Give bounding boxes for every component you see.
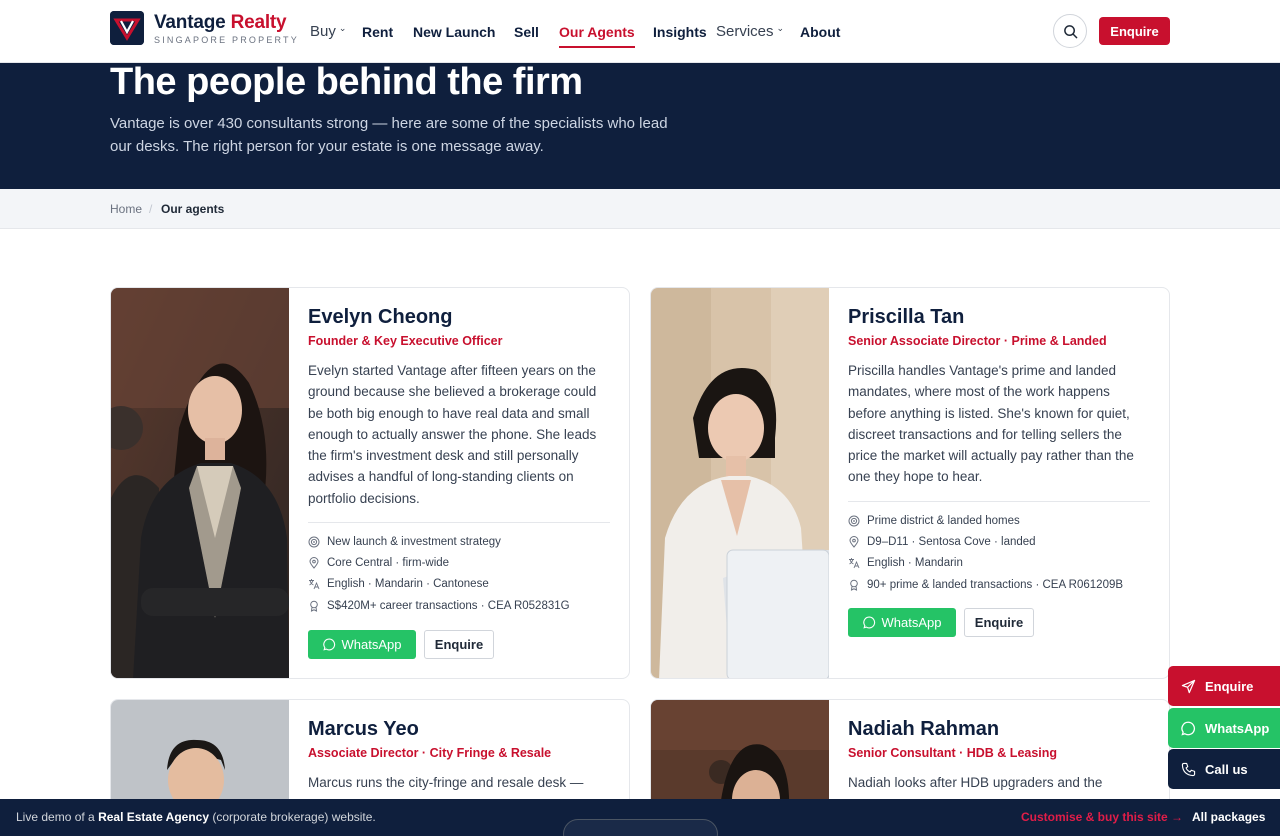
award-icon [848, 579, 860, 591]
breadcrumb-home[interactable]: Home [110, 202, 142, 216]
agent-record-text: S$420M+ career transactions · CEA R05283… [327, 599, 570, 612]
agent-bio: Priscilla handles Vantage's prime and la… [848, 363, 1134, 485]
agent-role: Founder & Key Executive Officer [308, 334, 503, 348]
breadcrumb-separator: / [149, 202, 153, 216]
agent-name: Evelyn Cheong [308, 306, 453, 328]
whatsapp-label: WhatsApp [341, 637, 402, 652]
agent-area: Core Central · firm-wide [308, 552, 618, 573]
demo-toolbar-pill[interactable] [563, 819, 718, 836]
agent-specialty: Prime district & landed homes [848, 510, 1158, 531]
brand-wordmark[interactable]: Vantage Realty SINGAPORE PROPERTY [154, 12, 299, 45]
logo-icon[interactable] [110, 11, 144, 45]
translate-icon [848, 557, 860, 569]
target-icon [848, 515, 860, 527]
chevron-down-icon: ⌄ [776, 23, 785, 33]
phone-icon [1181, 762, 1196, 776]
agent-actions: WhatsApp Enquire [848, 608, 1034, 637]
nav-new-launch[interactable]: New Launch [413, 0, 495, 63]
demo-bar-text: Live demo of a Real Estate Agency (corpo… [16, 810, 376, 824]
hero-banner: The people behind the firm Vantage is ov… [0, 61, 1280, 189]
agent-record-text: 90+ prime & landed transactions · CEA R0… [867, 578, 1124, 591]
award-icon [308, 600, 320, 612]
agent-role: Senior Associate Director · Prime & Land… [848, 334, 1107, 348]
agent-bio: Evelyn started Vantage after fifteen yea… [308, 363, 597, 506]
buy-site-link[interactable]: Customise & buy this site → [1021, 810, 1183, 824]
enquire-button[interactable]: Enquire [424, 630, 494, 659]
whatsapp-icon [862, 616, 875, 629]
page-subtitle: Vantage is over 430 consultants strong —… [110, 115, 668, 155]
agent-photo [111, 288, 289, 678]
divider [308, 522, 610, 523]
agent-specialty-text: Prime district & landed homes [867, 514, 1020, 527]
nav-our-agents[interactable]: Our Agents [559, 0, 635, 63]
search-icon [1063, 24, 1077, 38]
agent-languages-text: English · Mandarin [867, 557, 963, 570]
location-pin-icon [848, 535, 860, 548]
whatsapp-icon [1181, 721, 1195, 735]
nav-rent[interactable]: Rent [362, 0, 393, 63]
agent-name: Priscilla Tan [848, 306, 965, 328]
divider [848, 501, 1150, 502]
agent-bio: Nadiah looks after HDB upgraders and the [848, 775, 1103, 790]
translate-icon [308, 578, 320, 590]
agent-area-text: Core Central · firm-wide [327, 556, 450, 569]
target-icon [308, 536, 320, 548]
agent-card: Priscilla Tan Senior Associate Director … [650, 287, 1170, 679]
whatsapp-button[interactable]: WhatsApp [308, 630, 416, 659]
search-button[interactable] [1053, 14, 1087, 48]
agent-specialty-text: New launch & investment strategy [327, 535, 501, 548]
agent-role: Associate Director · City Fringe & Resal… [308, 746, 552, 760]
demo-bar: Live demo of a Real Estate Agency (corpo… [0, 799, 1280, 836]
nav-insights[interactable]: Insights [653, 0, 707, 63]
breadcrumb-current: Our agents [161, 202, 225, 216]
brand-name: Vantage Realty [154, 12, 287, 33]
agent-actions: WhatsApp Enquire [308, 630, 494, 659]
agent-area-text: D9–D11 · Sentosa Cove · landed [867, 535, 1036, 548]
agent-specialty: New launch & investment strategy [308, 531, 618, 552]
whatsapp-icon [322, 638, 335, 651]
site-header: Vantage Realty SINGAPORE PROPERTY Buy ⌄ R… [0, 0, 1280, 63]
agent-role: Senior Consultant · HDB & Leasing [848, 746, 1058, 760]
enquire-button[interactable]: Enquire [1099, 17, 1170, 45]
agent-name: Marcus Yeo [308, 718, 419, 740]
floating-whatsapp-label: WhatsApp [1205, 720, 1270, 736]
send-icon [1181, 679, 1196, 693]
all-packages-link[interactable]: All packages [1192, 810, 1265, 824]
agent-name: Nadiah Rahman [848, 718, 1000, 740]
agent-record: 90+ prime & landed transactions · CEA R0… [848, 574, 1158, 595]
floating-enquire-label: Enquire [1205, 678, 1254, 694]
nav-about[interactable]: About [800, 0, 840, 63]
page-title: The people behind the firm [110, 61, 583, 103]
agent-bio: Marcus runs the city-fringe and resale d… [308, 775, 584, 790]
whatsapp-label: WhatsApp [881, 615, 942, 630]
enquire-button[interactable]: Enquire [964, 608, 1034, 637]
whatsapp-button[interactable]: WhatsApp [848, 608, 956, 637]
agent-photo [651, 288, 829, 678]
location-pin-icon [308, 556, 320, 569]
agent-area: D9–D11 · Sentosa Cove · landed [848, 531, 1158, 552]
agent-card: Evelyn Cheong Founder & Key Executive Of… [110, 287, 630, 679]
agent-languages-text: English · Mandarin · Cantonese [327, 578, 489, 591]
floating-enquire-button[interactable]: Enquire [1168, 666, 1280, 706]
agent-facts: Prime district & landed homes D9–D11 · S… [848, 510, 1158, 595]
floating-call-button[interactable]: Call us [1168, 749, 1280, 789]
agent-facts: New launch & investment strategy Core Ce… [308, 531, 618, 616]
breadcrumb: Home / Our agents [0, 189, 1280, 229]
agent-record: S$420M+ career transactions · CEA R05283… [308, 595, 618, 616]
agent-languages: English · Mandarin [848, 553, 1158, 574]
nav-sell[interactable]: Sell [514, 0, 539, 63]
floating-call-label: Call us [1205, 761, 1248, 777]
floating-whatsapp-button[interactable]: WhatsApp [1168, 708, 1280, 748]
nav-buy[interactable]: Buy ⌄ [310, 0, 346, 63]
nav-services[interactable]: Services ⌄ [716, 0, 784, 63]
chevron-down-icon: ⌄ [338, 23, 347, 33]
agent-languages: English · Mandarin · Cantonese [308, 574, 618, 595]
brand-tagline: SINGAPORE PROPERTY [154, 35, 299, 45]
